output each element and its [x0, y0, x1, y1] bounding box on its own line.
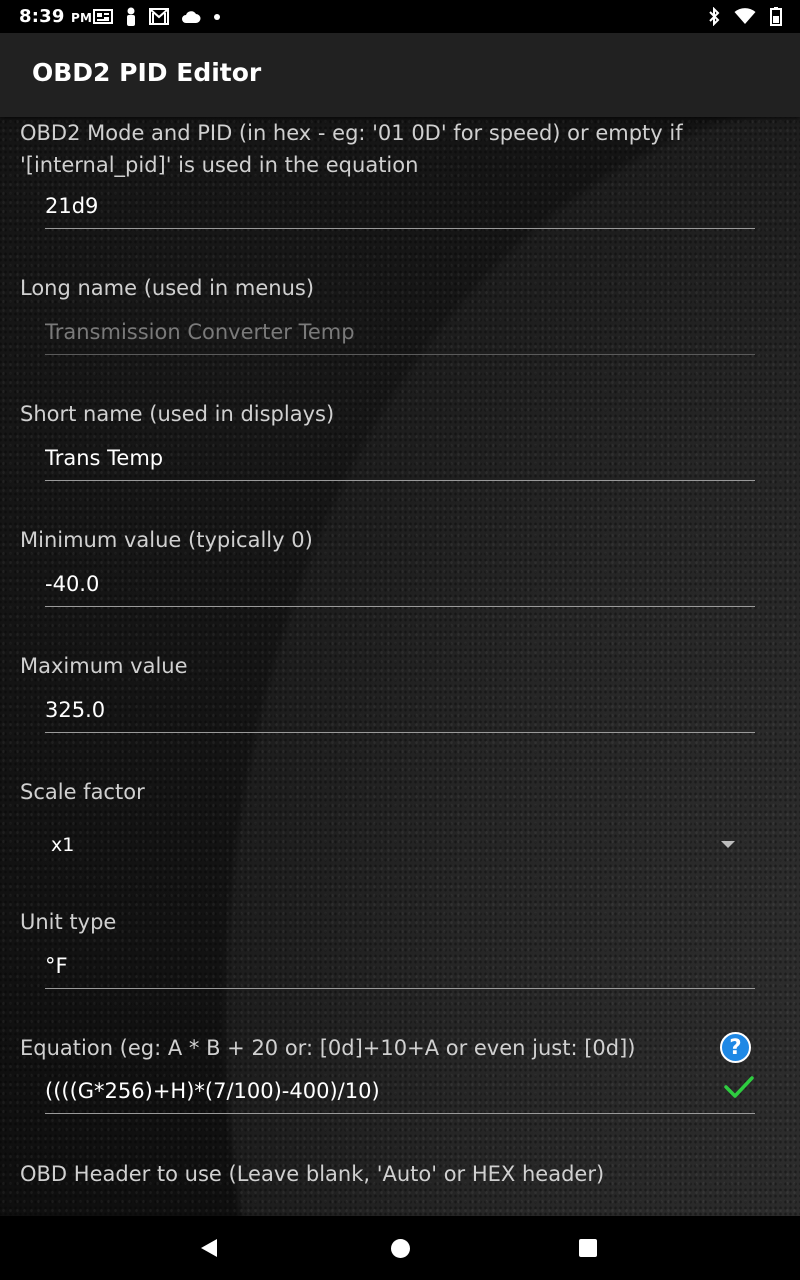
min-value-input[interactable]: [45, 565, 755, 607]
home-icon[interactable]: [391, 1239, 410, 1258]
status-bar: 8:39 PM: [0, 0, 800, 33]
recents-icon[interactable]: [579, 1239, 597, 1257]
check-icon: [724, 1075, 754, 1103]
short-name-input[interactable]: [45, 439, 755, 481]
app-title: OBD2 PID Editor: [32, 58, 262, 87]
min-value-label: Minimum value (typically 0): [20, 528, 313, 552]
battery-icon: [770, 7, 782, 26]
long-name-label: Long name (used in menus): [20, 276, 315, 300]
obd-header-label: OBD Header to use (Leave blank, 'Auto' o…: [20, 1162, 605, 1186]
wifi-icon: [734, 8, 756, 25]
bluetooth-icon: [708, 7, 720, 26]
help-icon[interactable]: ?: [720, 1032, 751, 1063]
back-icon[interactable]: [200, 1238, 218, 1262]
long-name-input: [45, 313, 755, 355]
app-bar: OBD2 PID Editor: [0, 33, 800, 117]
max-value-label: Maximum value: [20, 654, 188, 678]
scale-factor-label: Scale factor: [20, 780, 145, 804]
pid-editor-form[interactable]: OBD2 Mode and PID (in hex - eg: '01 0D' …: [0, 117, 800, 1216]
pid-input[interactable]: [45, 187, 755, 229]
status-time-value: 8:39: [19, 6, 65, 27]
news-icon: [93, 8, 113, 25]
pid-label: OBD2 Mode and PID (in hex - eg: '01 0D' …: [20, 121, 683, 177]
equation-input[interactable]: [45, 1072, 755, 1114]
status-system-icons: [708, 7, 782, 26]
max-value-input[interactable]: [45, 691, 755, 733]
dropdown-arrow-icon: [721, 841, 735, 848]
gmail-icon: [149, 8, 169, 25]
short-name-label: Short name (used in displays): [20, 402, 335, 426]
unit-type-input[interactable]: [45, 947, 755, 989]
navigation-bar: [0, 1216, 800, 1280]
status-time-ampm: PM: [71, 11, 93, 25]
equation-label: Equation (eg: A * B + 20 or: [0d]+10+A o…: [20, 1036, 636, 1060]
status-time: 8:39 PM: [19, 5, 92, 30]
person-icon: [125, 7, 137, 26]
scale-factor-value: x1: [51, 834, 75, 856]
status-notification-icons: [93, 7, 221, 26]
cloud-icon: [181, 10, 201, 24]
dot-icon: [213, 13, 221, 21]
scale-factor-dropdown[interactable]: x1: [45, 824, 755, 866]
unit-type-label: Unit type: [20, 910, 117, 934]
